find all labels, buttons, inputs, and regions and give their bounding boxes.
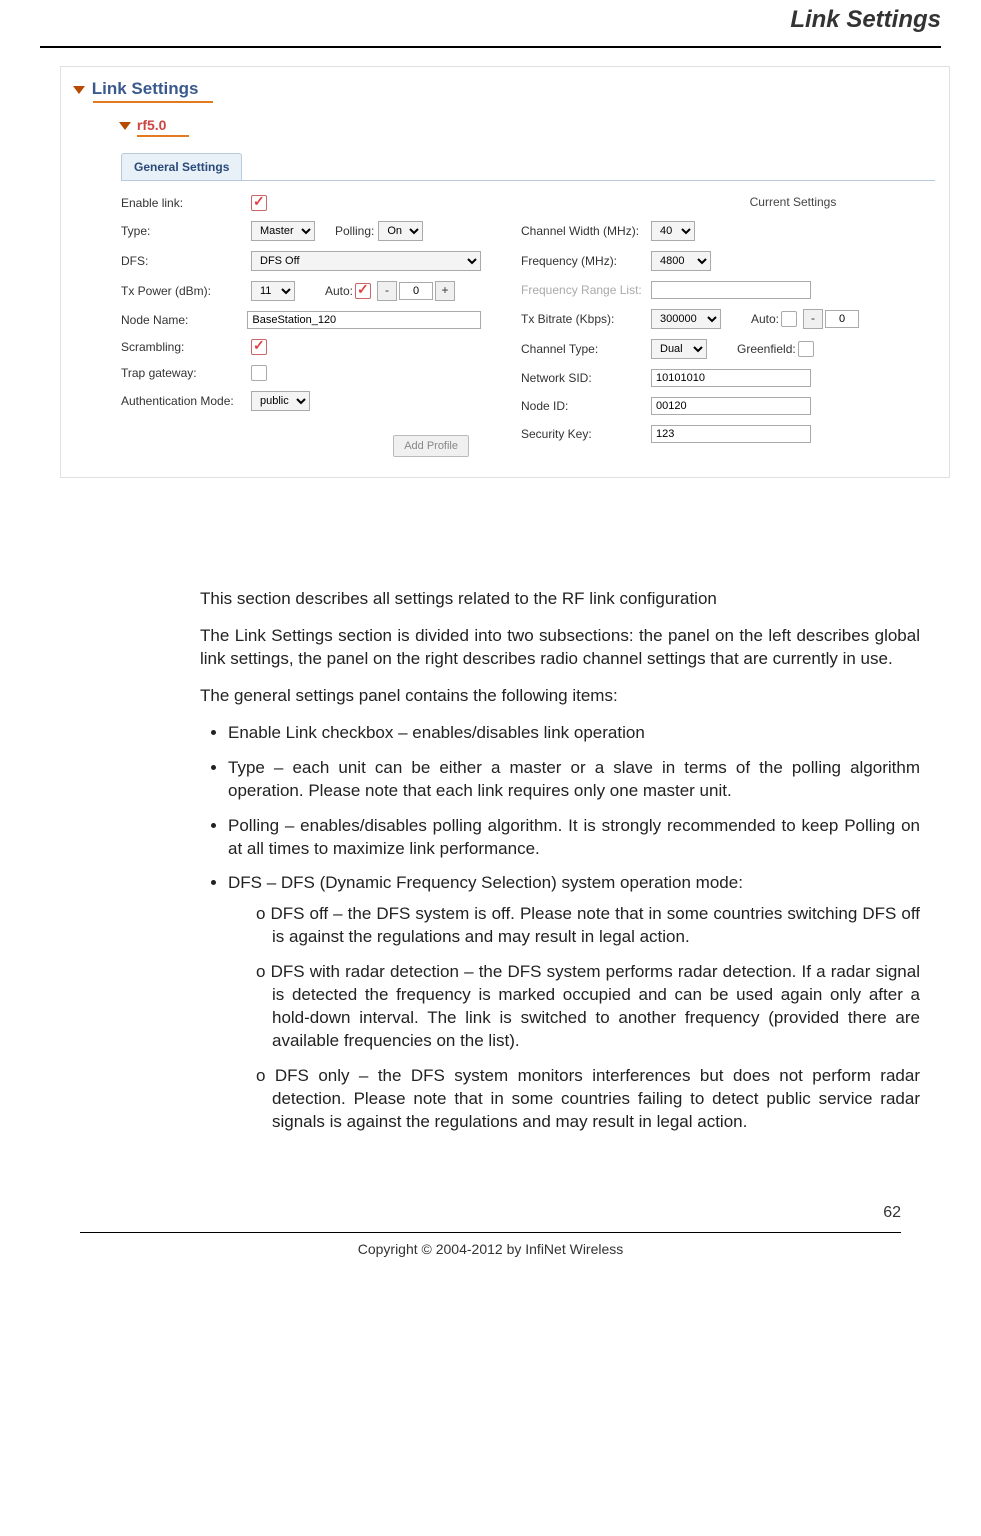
chtype-label: Channel Type: [521, 342, 651, 356]
chtype-select[interactable]: Dual [651, 339, 707, 359]
underline [93, 101, 213, 103]
minus-button[interactable]: - [803, 309, 823, 329]
link-settings-header[interactable]: Link Settings [75, 79, 935, 99]
chwidth-label: Channel Width (MHz): [521, 224, 651, 238]
type-select[interactable]: Master [251, 221, 315, 241]
freq-select[interactable]: 4800 [651, 251, 711, 271]
type-label: Type: [121, 224, 251, 238]
paragraph: This section describes all settings rela… [200, 588, 920, 611]
right-panel: Current Settings Channel Width (MHz): 40… [521, 195, 935, 453]
list-item: Enable Link checkbox – enables/disables … [228, 722, 920, 745]
enable-link-checkbox[interactable] [251, 195, 267, 211]
list-item: DFS – DFS (Dynamic Frequency Selection) … [228, 872, 920, 1133]
polling-select[interactable]: On [378, 221, 423, 241]
list-item: Type – each unit can be either a master … [228, 757, 920, 803]
minus-button[interactable]: - [377, 281, 397, 301]
general-settings-tab[interactable]: General Settings [121, 153, 242, 180]
footer-copyright: Copyright © 2004-2012 by InfiNet Wireles… [40, 1241, 941, 1257]
nodeid-input[interactable] [651, 397, 811, 415]
bitrate-auto-label: Auto: [751, 312, 779, 326]
sid-label: Network SID: [521, 371, 651, 385]
enable-link-label: Enable link: [121, 196, 251, 210]
list-item: Polling – enables/disables polling algor… [228, 815, 920, 861]
txpower-auto-checkbox[interactable] [355, 283, 371, 299]
footer-rule [80, 1232, 901, 1233]
greenfield-checkbox[interactable] [798, 341, 814, 357]
triangle-icon [73, 86, 85, 94]
paragraph: The Link Settings section is divided int… [200, 625, 920, 671]
txbitrate-label: Tx Bitrate (Kbps): [521, 312, 651, 326]
tab-underline [121, 180, 935, 181]
rf-label: rf5.0 [137, 117, 167, 133]
scrambling-checkbox[interactable] [251, 339, 267, 355]
seckey-input[interactable] [651, 425, 811, 443]
sublist-item: DFS only – the DFS system monitors inter… [256, 1065, 920, 1134]
sublist-item: DFS with radar detection – the DFS syste… [256, 961, 920, 1053]
bitrate-auto-value[interactable] [825, 310, 859, 328]
link-settings-label: Link Settings [92, 79, 199, 98]
plus-button[interactable]: + [435, 281, 455, 301]
dfs-select[interactable]: DFS Off [251, 251, 481, 271]
bitrate-auto-checkbox[interactable] [781, 311, 797, 327]
frl-label: Frequency Range List: [521, 283, 651, 297]
polling-label: Polling: [335, 224, 374, 238]
scrambling-label: Scrambling: [121, 340, 251, 354]
txbitrate-select[interactable]: 300000 [651, 309, 721, 329]
txpower-select[interactable]: 11 [251, 281, 295, 301]
rf-header[interactable]: rf5.0 [121, 117, 935, 133]
header-rule [40, 46, 941, 48]
trap-checkbox[interactable] [251, 365, 267, 381]
page-number: 62 [40, 1204, 901, 1222]
txpower-label: Tx Power (dBm): [121, 284, 251, 298]
page-title: Link Settings [40, 6, 941, 34]
screenshot-figure: Link Settings rf5.0 General Settings Ena… [60, 66, 950, 478]
sublist-item: DFS off – the DFS system is off. Please … [256, 903, 920, 949]
add-profile-button[interactable]: Add Profile [393, 435, 469, 457]
current-settings-header: Current Settings [651, 195, 935, 209]
paragraph: The general settings panel contains the … [200, 685, 920, 708]
nodename-input[interactable] [247, 311, 481, 329]
auth-select[interactable]: public [251, 391, 310, 411]
trap-label: Trap gateway: [121, 366, 251, 380]
triangle-icon [119, 122, 131, 130]
greenfield-label: Greenfield: [737, 342, 796, 356]
body-text: This section describes all settings rela… [200, 588, 920, 1134]
seckey-label: Security Key: [521, 427, 651, 441]
frl-input [651, 281, 811, 299]
chwidth-select[interactable]: 40 [651, 221, 695, 241]
auth-label: Authentication Mode: [121, 394, 251, 408]
txpower-auto-value[interactable] [399, 282, 433, 300]
dfs-label: DFS: [121, 254, 251, 268]
auto-label: Auto: [325, 284, 353, 298]
freq-label: Frequency (MHz): [521, 254, 651, 268]
nodeid-label: Node ID: [521, 399, 651, 413]
sid-input[interactable] [651, 369, 811, 387]
nodename-label: Node Name: [121, 313, 247, 327]
left-panel: Enable link: Type: Master Polling: On DF… [121, 195, 481, 453]
underline [137, 135, 189, 137]
